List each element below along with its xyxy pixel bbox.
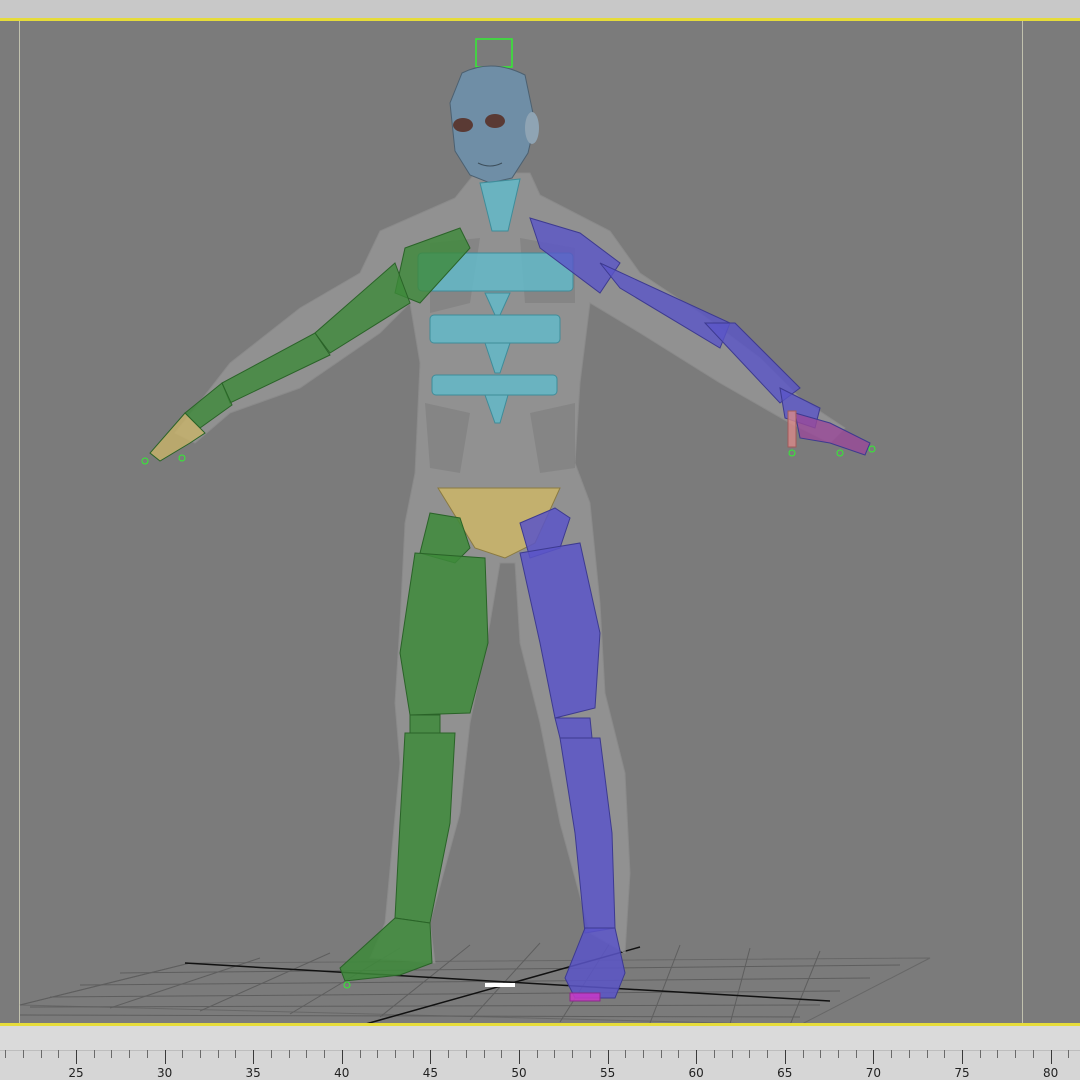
ruler-minor-tick	[837, 1050, 839, 1058]
ruler-major-tick	[76, 1050, 77, 1064]
ruler-minor-tick	[324, 1050, 326, 1058]
ruler-minor-tick	[979, 1050, 981, 1058]
ruler-minor-tick	[908, 1050, 910, 1058]
ruler-minor-tick	[200, 1050, 202, 1058]
ruler-minor-tick	[997, 1050, 999, 1058]
right-toe-selection	[569, 992, 601, 1002]
ruler-minor-tick	[359, 1050, 361, 1058]
ruler-frame-label: 80	[1042, 1066, 1059, 1080]
frame-ruler[interactable]: 25 30 35 40 45 50 55 60 65 70 75 80	[0, 1050, 1080, 1080]
ruler-minor-tick	[217, 1050, 219, 1058]
ruler-minor-tick	[288, 1050, 290, 1058]
ruler-frame-label: 40	[334, 1066, 350, 1080]
trackbar-band	[0, 1026, 1080, 1051]
ruler-minor-tick	[678, 1050, 680, 1058]
ruler-minor-tick	[483, 1050, 485, 1058]
ruler-minor-tick	[554, 1050, 556, 1058]
ruler-frame-label: 70	[865, 1066, 882, 1080]
ruler-minor-tick	[146, 1050, 148, 1058]
ruler-minor-tick	[625, 1050, 627, 1058]
ruler-minor-tick	[1068, 1050, 1070, 1058]
perspective-viewport[interactable]	[0, 18, 1080, 1026]
ruler-minor-tick	[1015, 1050, 1017, 1058]
left-eye	[453, 118, 473, 132]
ruler-major-tick	[696, 1050, 698, 1064]
ruler-minor-tick	[731, 1050, 733, 1058]
ruler-minor-tick	[270, 1050, 272, 1058]
ruler-minor-tick	[465, 1050, 467, 1058]
ruler-minor-tick	[58, 1050, 60, 1058]
ear	[525, 112, 539, 144]
ruler-frame-label: 60	[688, 1066, 704, 1080]
ruler-minor-tick	[129, 1050, 131, 1058]
ruler-minor-tick	[802, 1050, 804, 1058]
ruler-minor-tick	[377, 1050, 379, 1058]
ruler-major-tick	[784, 1050, 786, 1064]
origin-marker	[485, 983, 515, 987]
ruler-frame-label: 25	[68, 1066, 84, 1080]
ruler-major-tick	[607, 1050, 609, 1064]
ruler-minor-tick	[182, 1050, 184, 1058]
ruler-minor-tick	[572, 1050, 574, 1058]
ruler-major-tick	[341, 1050, 343, 1064]
ground-grid	[19, 942, 931, 1023]
ruler-minor-tick	[589, 1050, 591, 1058]
ruler-minor-tick	[235, 1050, 237, 1058]
ruler-frame-label: 75	[954, 1066, 970, 1080]
ruler-frame-label: 55	[599, 1066, 616, 1080]
right-eye	[485, 114, 505, 128]
ruler-minor-tick	[926, 1050, 928, 1058]
ruler-minor-tick	[412, 1050, 414, 1058]
ruler-minor-tick	[891, 1050, 893, 1058]
ruler-minor-tick	[820, 1050, 822, 1058]
ruler-frame-label: 50	[511, 1066, 527, 1080]
ruler-major-tick	[873, 1050, 875, 1064]
ruler-minor-tick	[643, 1050, 645, 1058]
ruler-frame-label: 65	[777, 1066, 793, 1080]
timeline-trackbar[interactable]: 25 30 35 40 45 50 55 60 65 70 75 80	[0, 1026, 1080, 1080]
ruler-minor-tick	[713, 1050, 715, 1058]
ruler-major-tick	[253, 1050, 255, 1064]
ruler-major-tick	[430, 1050, 432, 1064]
scene-render	[19, 38, 931, 1023]
ruler-minor-tick	[855, 1050, 857, 1058]
ruler-major-tick	[164, 1050, 166, 1064]
ruler-frame-label: 30	[156, 1066, 173, 1080]
ruler-minor-tick	[749, 1050, 751, 1058]
viewport-title-strip	[0, 0, 1080, 18]
ruler-major-tick	[962, 1050, 963, 1064]
ruler-minor-tick	[1032, 1050, 1034, 1058]
ruler-minor-tick	[944, 1050, 946, 1058]
ruler-minor-tick	[22, 1050, 24, 1058]
ruler-minor-tick	[660, 1050, 662, 1058]
ruler-frame-label: 45	[422, 1066, 439, 1080]
ruler-minor-tick	[40, 1050, 42, 1058]
ruler-minor-tick	[536, 1050, 538, 1058]
ruler-minor-tick	[501, 1050, 503, 1058]
biped-head[interactable]	[449, 38, 539, 184]
ruler-major-tick	[1050, 1050, 1052, 1064]
ruler-minor-tick	[394, 1050, 396, 1058]
ruler-major-tick	[519, 1050, 520, 1064]
head-selection-box	[475, 38, 513, 68]
ruler-minor-tick	[767, 1050, 769, 1058]
ruler-minor-tick	[5, 1050, 7, 1058]
ruler-minor-tick	[111, 1050, 113, 1058]
ruler-minor-tick	[448, 1050, 450, 1058]
ruler-minor-tick	[306, 1050, 308, 1058]
ruler-minor-tick	[93, 1050, 95, 1058]
ruler-frame-label: 35	[245, 1066, 261, 1080]
